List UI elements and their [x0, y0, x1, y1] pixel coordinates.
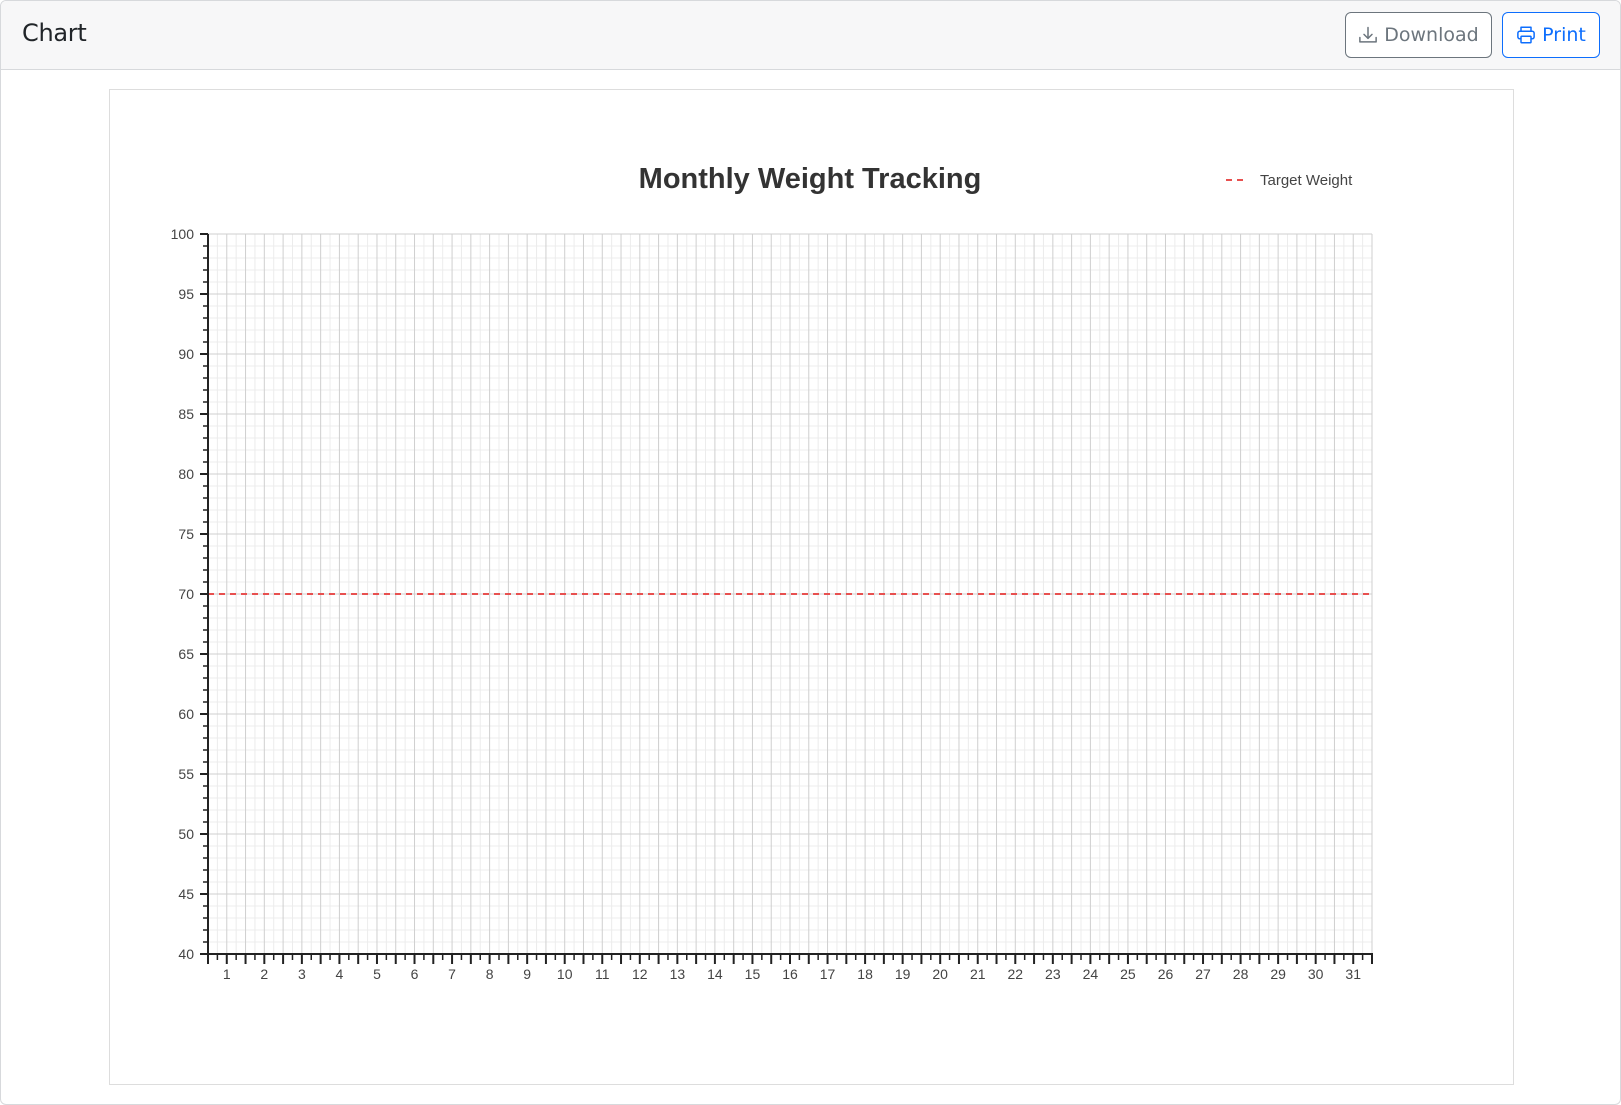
x-tick-label: 17	[820, 966, 836, 982]
x-tick-label: 27	[1195, 966, 1211, 982]
x-tick-label: 21	[970, 966, 986, 982]
x-tick-label: 28	[1233, 966, 1249, 982]
x-tick-label: 4	[336, 966, 344, 982]
x-tick-label: 22	[1008, 966, 1024, 982]
printer-icon	[1516, 25, 1536, 45]
x-tick-label: 12	[632, 966, 648, 982]
x-tick-label: 20	[932, 966, 948, 982]
y-tick-label: 55	[178, 766, 194, 782]
y-tick-label: 80	[178, 466, 194, 482]
x-tick-label: 6	[411, 966, 419, 982]
x-tick-label: 16	[782, 966, 798, 982]
x-tick-label: 5	[373, 966, 381, 982]
y-tick-label: 60	[178, 706, 194, 722]
y-tick-label: 45	[178, 886, 194, 902]
x-tick-label: 15	[745, 966, 761, 982]
y-tick-label: 90	[178, 346, 194, 362]
x-tick-label: 1	[223, 966, 231, 982]
x-tick-label: 11	[595, 966, 610, 982]
x-tick-label: 23	[1045, 966, 1061, 982]
y-tick-label: 100	[171, 226, 195, 242]
print-button[interactable]: Print	[1502, 12, 1600, 58]
x-tick-label: 25	[1120, 966, 1136, 982]
x-tick-label: 8	[486, 966, 494, 982]
x-tick-label: 9	[523, 966, 531, 982]
x-tick-label: 19	[895, 966, 911, 982]
x-tick-label: 10	[557, 966, 573, 982]
print-label: Print	[1542, 24, 1586, 46]
y-tick-label: 40	[178, 946, 194, 962]
x-tick-label: 30	[1308, 966, 1324, 982]
chart-title: Monthly Weight Tracking	[639, 163, 982, 195]
axes-layer	[200, 233, 1373, 964]
x-tick-label: 31	[1345, 966, 1361, 982]
x-tick-label: 2	[260, 966, 268, 982]
x-tick-label: 3	[298, 966, 306, 982]
chart-frame: 40 45 50 55 60 65 70 75 80 85 90 95 100 1 2 3 4 5 6 7 8 9 10 11…	[109, 89, 1514, 1085]
legend: Target Weight	[1226, 172, 1353, 189]
y-tick-label: 85	[178, 406, 194, 422]
download-icon	[1358, 25, 1378, 45]
card-header: Chart Download Print	[1, 1, 1620, 70]
download-label: Download	[1384, 24, 1479, 46]
chart-card: Chart Download Print 40 45 50 55 60 65 7…	[0, 0, 1621, 1105]
download-button[interactable]: Download	[1345, 12, 1492, 58]
chart-svg: 4045505560657075808590951001 2 3 4 5 6 7 8 9 10 11…	[171, 163, 1373, 982]
y-tick-label: 50	[178, 826, 194, 842]
y-tick-label: 70	[178, 586, 194, 602]
x-tick-label: 26	[1158, 966, 1174, 982]
x-tick-label: 13	[670, 966, 686, 982]
y-tick-label: 75	[178, 526, 194, 542]
x-tick-label: 24	[1083, 966, 1099, 982]
x-tick-label: 7	[448, 966, 456, 982]
y-tick-label: 95	[178, 286, 194, 302]
x-tick-label: 14	[707, 966, 723, 982]
legend-label-target-weight: Target Weight	[1260, 172, 1353, 189]
x-tick-label: 18	[857, 966, 873, 982]
y-tick-label: 65	[178, 646, 194, 662]
x-tick-label: 29	[1270, 966, 1286, 982]
page-title: Chart	[22, 19, 87, 47]
